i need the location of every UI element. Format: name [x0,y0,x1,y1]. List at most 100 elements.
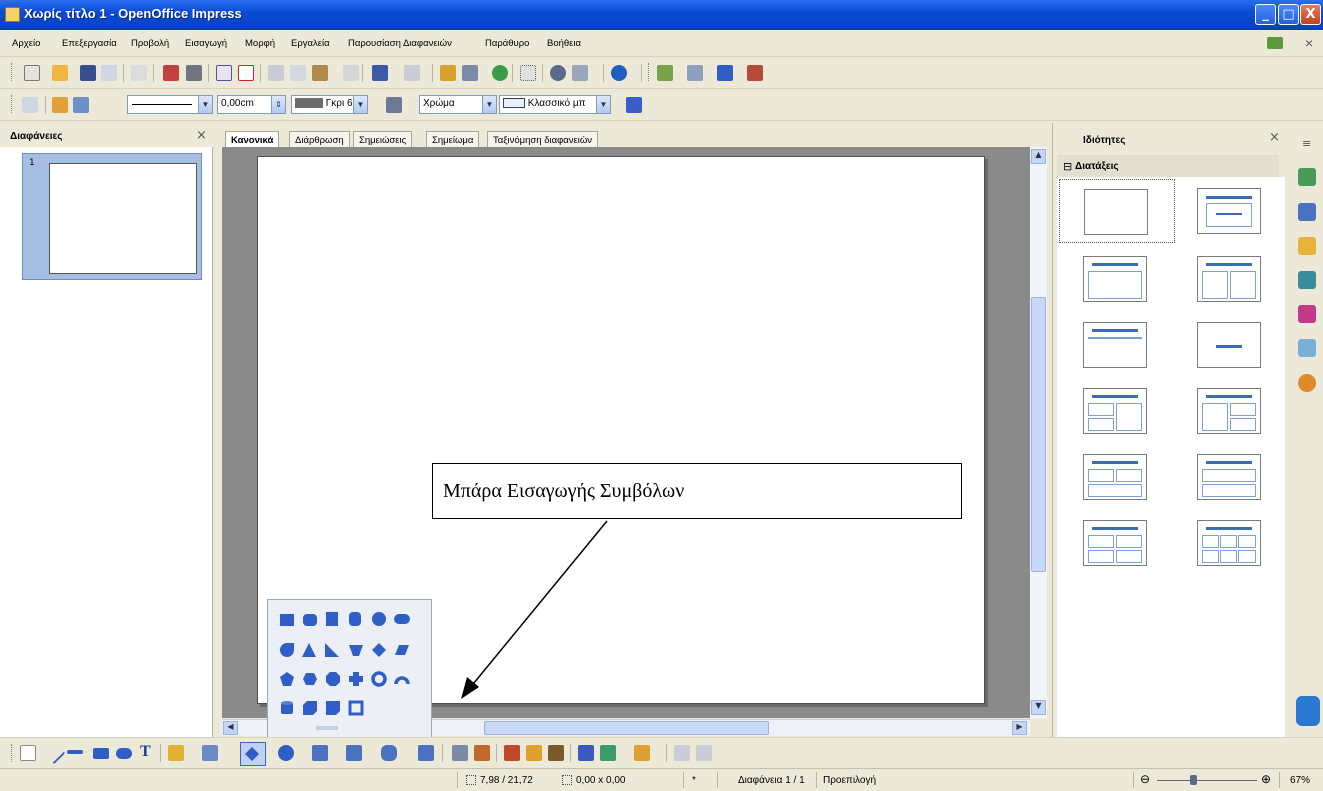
slides-panel-close-button[interactable]: × [196,128,207,143]
layout-six-content[interactable] [1173,511,1289,575]
curve-icon[interactable] [168,745,184,761]
styles-formatting-icon[interactable] [1298,305,1316,323]
new-icon[interactable] [24,65,40,81]
frame-shape[interactable] [348,700,364,716]
line-tool-icon[interactable] [42,741,66,765]
rectangle-tool-icon[interactable] [93,748,109,759]
layout-two-content-stacked[interactable] [1059,379,1175,443]
gallery-dock-icon[interactable] [1298,339,1316,357]
slide-layout-icon[interactable] [687,65,703,81]
area-fill-select[interactable]: Κλασσικό μπ ▼ [499,95,611,114]
menu-slideshow[interactable]: Παρουσίαση Διαφανειών [348,38,452,49]
zoom-slider[interactable] [1157,780,1257,781]
toolbar-grip[interactable] [11,95,14,113]
parallelogram-shape[interactable] [394,642,410,658]
align-icon[interactable] [600,745,616,761]
layout-content-two-stacked[interactable] [1173,379,1289,443]
ellipse-tool-icon[interactable] [116,748,132,759]
cut-icon[interactable] [268,65,284,81]
layout-blank[interactable] [1059,179,1175,243]
menu-view[interactable]: Προβολή [131,38,169,49]
table-icon[interactable] [462,65,478,81]
layouts-section-header[interactable]: ⊟ Διατάξεις [1057,155,1279,177]
master-pages-icon[interactable] [1298,203,1316,221]
cylinder-shape[interactable] [279,700,295,716]
rounded-rectangle-shape[interactable] [303,614,317,626]
zoom-slider-handle[interactable] [1190,775,1197,785]
scroll-left-button[interactable]: ◀ [223,721,238,735]
block-arc-shape[interactable] [394,671,410,687]
undo-icon[interactable] [372,65,388,81]
slide-design-icon[interactable] [717,65,733,81]
popup-drag-handle[interactable] [316,726,338,730]
toolbar-grip[interactable] [648,63,651,81]
grid-icon[interactable] [520,65,536,81]
close-button[interactable]: X [1300,4,1321,25]
custom-animation-icon[interactable] [1298,237,1316,255]
fontwork-icon[interactable] [504,745,520,761]
menu-insert[interactable]: Εισαγωγή [185,38,227,49]
toolbar-grip[interactable] [11,744,14,762]
layout-title-two-content[interactable] [1173,247,1289,311]
print-icon[interactable] [186,65,202,81]
scroll-right-button[interactable]: ▶ [1012,721,1027,735]
edit-file-icon[interactable] [131,65,147,81]
spellcheck-icon[interactable] [216,65,232,81]
ring-shape[interactable] [371,671,387,687]
slide-transition-icon[interactable] [1298,271,1316,289]
horizontal-scroll-thumb[interactable] [484,721,769,735]
cube-shape[interactable] [302,700,318,716]
toggle-3d-icon[interactable] [696,745,712,761]
line-style-select[interactable]: ▼ [127,95,213,114]
document-close-button[interactable]: × [1305,35,1313,51]
diamond-tool-icon[interactable] [244,746,260,762]
toolbar-grip[interactable] [11,63,14,81]
ellipse-shape[interactable] [394,614,410,624]
properties-icon[interactable] [1298,168,1316,186]
layout-title-only[interactable] [1173,179,1289,243]
modified-indicator[interactable]: * [692,775,696,786]
autospellcheck-icon[interactable] [238,65,254,81]
rotate-icon[interactable] [578,745,594,761]
hexagon-shape[interactable] [302,671,318,687]
line-icon[interactable] [52,97,68,113]
vertical-scroll-thumb[interactable] [1031,297,1046,572]
zoom-level[interactable]: 67% [1290,775,1310,786]
help-icon[interactable] [611,65,627,81]
select-icon[interactable] [20,745,36,761]
zoom-in-icon[interactable]: ⊕ [1261,772,1271,786]
shadow-icon[interactable] [626,97,642,113]
block-arrows-icon[interactable] [312,745,328,761]
pentagon-shape[interactable] [279,671,295,687]
circle-shape[interactable] [372,612,386,626]
redo-icon[interactable] [404,65,420,81]
right-triangle-shape[interactable] [324,642,340,658]
symbol-shapes-icon[interactable] [278,745,294,761]
properties-close-button[interactable]: × [1269,130,1280,145]
text-tool-icon[interactable]: T [140,743,151,761]
export-pdf-icon[interactable] [163,65,179,81]
update-icon[interactable] [1267,37,1283,49]
chart-icon[interactable] [440,65,456,81]
zoom-out-icon[interactable]: ⊖ [1140,772,1150,786]
panel-splitter[interactable] [213,123,222,741]
gallery-draw-icon[interactable] [548,745,564,761]
title-bar[interactable]: Χωρίς τίτλο 1 - OpenOffice Impress _ □ X [0,0,1323,30]
flowchart-icon[interactable] [346,745,362,761]
extrusion-icon[interactable] [674,745,690,761]
save-icon[interactable] [80,65,96,81]
layout-four-content[interactable] [1059,511,1175,575]
connector-icon[interactable] [202,745,218,761]
from-file-icon[interactable] [526,745,542,761]
layout-title-content[interactable] [1059,247,1175,311]
line-color-select[interactable]: Γκρι 6 ▼ [291,95,368,114]
maximize-button[interactable]: □ [1278,4,1299,25]
area-icon[interactable] [386,97,402,113]
folded-corner-shape[interactable] [325,700,341,716]
email-icon[interactable] [101,65,117,81]
collapse-icon[interactable]: ⊟ [1063,160,1072,173]
trapezoid-shape[interactable] [348,642,364,658]
gallery-icon[interactable] [492,65,508,81]
copy-icon[interactable] [290,65,306,81]
menu-window[interactable]: Παράθυρο [485,38,529,49]
